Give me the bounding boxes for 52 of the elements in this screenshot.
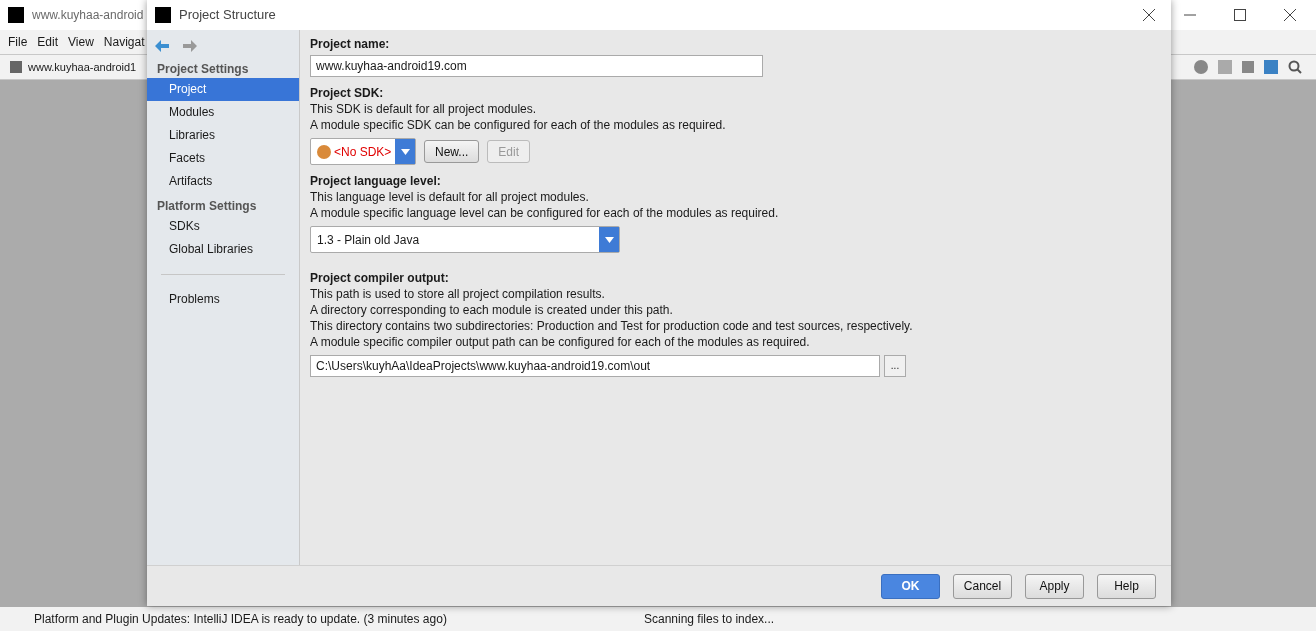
- caret-icon: [400, 148, 410, 155]
- field-label: Project compiler output:: [310, 270, 449, 286]
- close-icon[interactable]: [1284, 9, 1296, 21]
- status-text: Scanning files to index...: [644, 611, 775, 628]
- sdk-button[interactable]: New...: [424, 140, 480, 163]
- sidebar-item[interactable]: Problems: [147, 288, 299, 311]
- sidebar-item[interactable]: Facets: [147, 147, 299, 170]
- sidebar-item[interactable]: Artifacts: [147, 170, 299, 193]
- back-arrow-icon[interactable]: [155, 40, 169, 52]
- language-level-dropdown[interactable]: 1.3 - Plain old Java: [310, 226, 620, 253]
- sdk-dropdown[interactable]: <No SDK>: [310, 138, 416, 165]
- forward-arrow-icon[interactable]: [183, 40, 197, 52]
- status-text: Platform and Plugin Updates: IntelliJ IDEA is ready to update. (3 minutes ago): [34, 611, 448, 628]
- maximize-icon[interactable]: [1234, 9, 1246, 21]
- sidebar-item[interactable]: Global Libraries: [147, 238, 299, 261]
- menu-item[interactable]: View: [68, 33, 94, 51]
- field-label: Project name:: [310, 36, 390, 52]
- breadcrumb[interactable]: www.kuyhaa-android1: [28, 58, 137, 76]
- browse-button[interactable]: ...: [884, 355, 906, 377]
- search-icon[interactable]: [1288, 60, 1302, 74]
- dialog-button[interactable]: OK: [881, 573, 940, 599]
- menu-item[interactable]: Navigat: [103, 33, 145, 51]
- menu-item[interactable]: Edit: [37, 33, 59, 51]
- project-name-field[interactable]: www.kuyhaa-android19.com: [310, 55, 763, 77]
- description-text: This directory contains two subdirectories: Production and Test for production code and test sources, respectively.: [310, 318, 913, 334]
- description-text: This language level is default for all project modules.: [310, 189, 589, 205]
- dialog-title: Project Structure: [179, 6, 276, 25]
- close-icon[interactable]: [1143, 9, 1155, 21]
- field-label: Project language level:: [310, 173, 441, 189]
- sidebar-heading: Project Settings: [156, 61, 250, 78]
- menu-item[interactable]: File: [8, 33, 28, 51]
- sdk-value: <No SDK>: [334, 143, 393, 161]
- caret-icon: [604, 236, 614, 243]
- sidebar-item[interactable]: Project: [147, 78, 299, 101]
- field-label: Project SDK:: [310, 85, 384, 101]
- dialog-button[interactable]: Apply: [1025, 573, 1084, 599]
- compiler-output-field[interactable]: C:\Users\kuyhAa\IdeaProjects\www.kuyhaa-android19.com\out: [310, 355, 880, 377]
- description-text: This SDK is default for all project modules.: [310, 101, 537, 117]
- description-text: A module specific language level can be configured for each of the modules as required.: [310, 205, 779, 221]
- sidebar-item[interactable]: Libraries: [147, 124, 299, 147]
- dialog-button[interactable]: Cancel: [953, 573, 1012, 599]
- sdk-warning-icon: [317, 144, 331, 159]
- dialog-button[interactable]: Help: [1097, 573, 1156, 599]
- description-text: A directory corresponding to each module is created under this path.: [310, 302, 673, 318]
- window-title: www.kuyhaa-android: [32, 7, 144, 24]
- language-level-value: 1.3 - Plain old Java: [316, 231, 421, 249]
- sidebar-item[interactable]: SDKs: [147, 215, 299, 238]
- description-text: This path is used to store all project compilation results.: [310, 286, 605, 302]
- description-text: A module specific SDK can be configured for each of the modules as required.: [310, 117, 726, 133]
- description-text: A module specific compiler output path can be configured for each of the modules as required.: [310, 334, 810, 350]
- sidebar-heading: Platform Settings: [156, 198, 258, 215]
- sidebar-item[interactable]: Modules: [147, 101, 299, 124]
